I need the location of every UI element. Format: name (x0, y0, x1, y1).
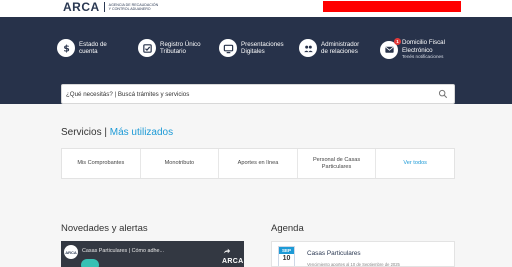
video-player[interactable]: ARCA Casas Particulares | Cómo adhe... A… (61, 241, 244, 267)
service-label: Particulares (321, 163, 352, 170)
arca-logo[interactable]: ARCA Agencia de recaudación y control ad… (63, 0, 161, 14)
quick-link-label: cuenta (79, 48, 98, 55)
logo-divider (103, 2, 105, 12)
quick-link-administrador[interactable]: Administrador de relaciones (299, 39, 359, 57)
agenda-heading: Agenda (271, 223, 304, 234)
quick-link-presentaciones[interactable]: Presentaciones Digitales (219, 39, 284, 57)
monitor-icon (219, 39, 237, 57)
service-monotributo[interactable]: Monotributo (141, 149, 220, 178)
top-header: ARCA Agencia de recaudación y control ad… (0, 0, 512, 17)
calendar-date: SEP 10 (278, 246, 295, 266)
quick-link-label: Registro Único (160, 40, 201, 48)
quick-link-estado-cuenta[interactable]: $ Estado de cuenta (57, 39, 107, 57)
service-aportes-en-linea[interactable]: Aportes en línea (219, 149, 298, 178)
ver-todos-link[interactable]: Ver todos (403, 160, 427, 167)
search-bar[interactable]: ¿Qué necesitás? | Buscá trámites y servi… (61, 84, 455, 104)
quick-link-label: Tributario (160, 48, 186, 55)
check-box-icon (138, 39, 156, 57)
service-mis-comprobantes[interactable]: Mis Comprobantes (62, 149, 141, 178)
logo-word: ARCA (63, 0, 100, 14)
redacted-bar (323, 1, 461, 12)
svg-text:$: $ (63, 43, 69, 53)
search-input[interactable]: ¿Qué necesitás? | Buscá trámites y servi… (66, 91, 438, 98)
agenda-event-sub: Vencimiento aportes al 10 de Septiembre … (307, 262, 400, 267)
notification-note: Tenés notificaciones (402, 54, 444, 59)
calendar-month: SEP (279, 247, 294, 254)
video-title[interactable]: Casas Particulares | Cómo adhe... (82, 248, 164, 254)
quick-link-label: Digitales (241, 48, 265, 55)
services-heading: Servicios | Más utilizados (61, 127, 173, 138)
people-icon (299, 39, 317, 57)
quick-link-label: Electrónico (402, 46, 433, 54)
service-label: Aportes en línea (237, 160, 279, 166)
quick-link-label: de relaciones (321, 48, 358, 55)
service-ver-todos[interactable]: Ver todos (376, 149, 454, 178)
services-title: Servicios (61, 127, 102, 138)
service-casas-particulares[interactable]: Personal de Casas Particulares (298, 149, 377, 178)
channel-logo[interactable]: ARCA (64, 245, 78, 259)
video-watermark: ARCA (222, 258, 244, 265)
quick-link-label: Domicilio Fiscal (402, 39, 445, 46)
quick-link-domicilio-fiscal[interactable]: 1 Domicilio Fiscal Electrónico Tenés not… (380, 37, 445, 60)
quick-link-label: Estado de (79, 40, 107, 48)
share-icon[interactable] (223, 247, 231, 255)
service-label: Mis Comprobantes (77, 160, 125, 166)
quick-link-registro-unico[interactable]: Registro Único Tributario (138, 39, 201, 57)
calendar-day: 10 (282, 255, 291, 262)
service-label: Monotributo (164, 160, 195, 166)
dollar-icon: $ (57, 39, 75, 57)
service-label: Personal de Casas (312, 156, 361, 163)
quick-link-label: Administrador (321, 40, 360, 48)
quick-link-label: Presentaciones (241, 40, 284, 48)
video-thumbnail-shape (81, 259, 99, 267)
services-highlight: Más utilizados (109, 127, 174, 138)
agenda-event-title[interactable]: Casas Particulares (307, 250, 361, 257)
services-separator: | (104, 127, 107, 138)
notification-badge: 1 (394, 37, 401, 45)
logo-subtitle: Agencia de recaudación y control aduaner… (108, 3, 159, 11)
agenda-card[interactable]: SEP 10 Casas Particulares Vencimiento ap… (271, 241, 455, 267)
search-icon[interactable] (438, 89, 448, 99)
novedades-heading: Novedades y alertas (61, 223, 148, 234)
services-bar: Mis Comprobantes Monotributo Aportes en … (61, 148, 455, 179)
mail-icon: 1 (380, 37, 401, 59)
